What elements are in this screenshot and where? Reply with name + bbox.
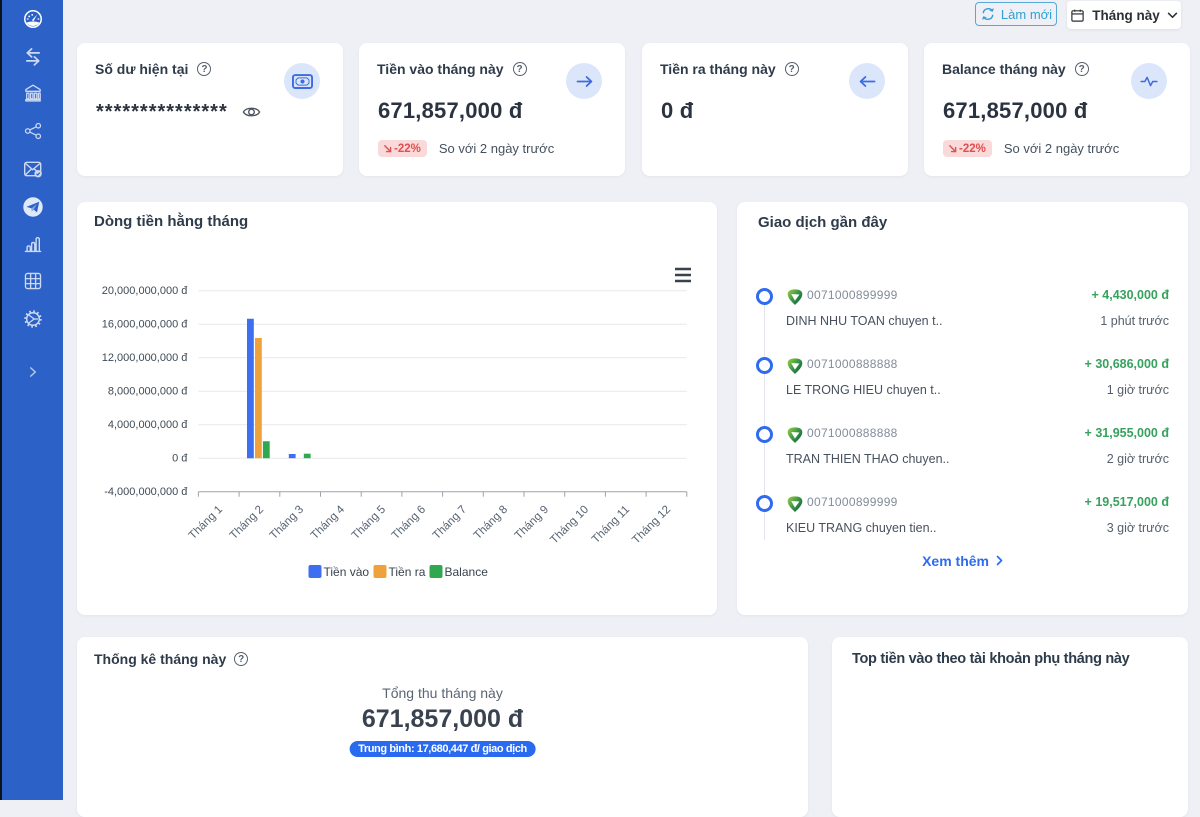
svg-text:Tháng 2: Tháng 2 <box>228 504 266 542</box>
svg-text:Tháng 10: Tháng 10 <box>548 504 591 547</box>
svg-text:20,000,000,000 đ: 20,000,000,000 đ <box>102 285 189 297</box>
svg-text:Balance: Balance <box>445 565 489 579</box>
svg-text:8,000,000,000 đ: 8,000,000,000 đ <box>108 386 188 398</box>
svg-text:Tháng 8: Tháng 8 <box>472 504 510 542</box>
svg-text:Tháng 12: Tháng 12 <box>630 504 673 547</box>
svg-text:12,000,000,000 đ: 12,000,000,000 đ <box>102 352 189 364</box>
svg-text:Tháng 7: Tháng 7 <box>431 504 469 542</box>
svg-text:Tiền ra: Tiền ra <box>389 565 426 579</box>
svg-text:Tháng 11: Tháng 11 <box>590 504 632 546</box>
svg-text:4,000,000,000 đ: 4,000,000,000 đ <box>108 419 188 431</box>
svg-text:0 đ: 0 đ <box>172 453 188 465</box>
svg-text:Tiền vào: Tiền vào <box>324 565 370 579</box>
svg-text:Tháng 9: Tháng 9 <box>513 504 551 542</box>
svg-text:Tháng 6: Tháng 6 <box>390 504 428 542</box>
svg-text:Tháng 3: Tháng 3 <box>268 504 306 542</box>
svg-text:Tháng 1: Tháng 1 <box>187 504 225 542</box>
svg-text:Tháng 4: Tháng 4 <box>309 503 348 542</box>
svg-text:-4,000,000,000 đ: -4,000,000,000 đ <box>104 486 188 498</box>
svg-text:Tháng 5: Tháng 5 <box>350 504 388 542</box>
svg-text:16,000,000,000 đ: 16,000,000,000 đ <box>102 319 189 331</box>
